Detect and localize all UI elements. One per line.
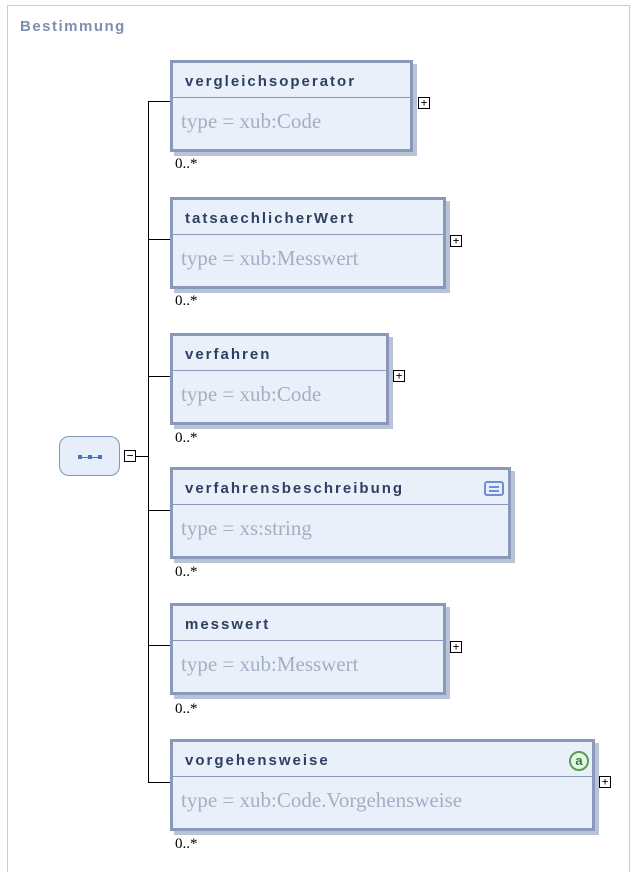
connector-spine bbox=[148, 101, 149, 782]
connector-stem bbox=[136, 456, 148, 457]
expand-toggle[interactable]: + bbox=[450, 235, 462, 247]
panel-title: Bestimmung bbox=[20, 18, 126, 35]
element-type: type = xub:Code.Vorgehensweise bbox=[181, 788, 463, 812]
element-vorgehensweise[interactable]: vorgehensweise a type = xub:Code.Vorgehe… bbox=[170, 739, 595, 831]
expand-toggle[interactable]: + bbox=[450, 641, 462, 653]
element-name: messwert bbox=[185, 616, 271, 633]
element-divider bbox=[173, 504, 508, 505]
element-name: verfahrensbeschreibung bbox=[185, 480, 405, 497]
element-divider bbox=[173, 640, 443, 641]
element-name: tatsaechlicherWert bbox=[185, 210, 355, 227]
element-divider bbox=[173, 234, 443, 235]
connector-branch bbox=[148, 376, 170, 377]
element-messwert[interactable]: messwert type = xub:Messwert bbox=[170, 603, 446, 695]
documentation-icon[interactable] bbox=[484, 481, 504, 496]
cardinality-label: 0..* bbox=[175, 293, 198, 309]
sequence-icon bbox=[78, 454, 102, 460]
element-vergleichsoperator[interactable]: vergleichsoperator type = xub:Code bbox=[170, 60, 413, 152]
element-verfahren[interactable]: verfahren type = xub:Code bbox=[170, 333, 389, 425]
element-type: type = xs:string bbox=[181, 516, 312, 540]
cardinality-label: 0..* bbox=[175, 430, 198, 446]
collapse-toggle[interactable]: − bbox=[124, 450, 136, 462]
element-name: vorgehensweise bbox=[185, 752, 330, 769]
sequence-compositor[interactable] bbox=[59, 436, 120, 476]
element-tatsaechlicherWert[interactable]: tatsaechlicherWert type = xub:Messwert bbox=[170, 197, 446, 289]
connector-branch bbox=[148, 645, 170, 646]
connector-branch bbox=[148, 510, 170, 511]
expand-toggle[interactable]: + bbox=[393, 370, 405, 382]
element-divider bbox=[173, 776, 592, 777]
element-name: vergleichsoperator bbox=[185, 73, 357, 90]
cardinality-label: 0..* bbox=[175, 156, 198, 172]
cardinality-label: 0..* bbox=[175, 564, 198, 580]
element-type: type = xub:Code bbox=[181, 382, 322, 406]
element-verfahrensbeschreibung[interactable]: verfahrensbeschreibung type = xs:string bbox=[170, 467, 511, 559]
cardinality-label: 0..* bbox=[175, 701, 198, 717]
element-type: type = xub:Messwert bbox=[181, 246, 359, 270]
element-type: type = xub:Messwert bbox=[181, 652, 359, 676]
connector-branch bbox=[148, 239, 170, 240]
attribute-icon[interactable]: a bbox=[569, 751, 589, 771]
element-type: type = xub:Code bbox=[181, 109, 322, 133]
element-name: verfahren bbox=[185, 346, 272, 363]
element-divider bbox=[173, 97, 410, 98]
expand-toggle[interactable]: + bbox=[418, 97, 430, 109]
connector-branch bbox=[148, 101, 170, 102]
connector-branch bbox=[148, 782, 170, 783]
cardinality-label: 0..* bbox=[175, 836, 198, 852]
element-divider bbox=[173, 370, 386, 371]
expand-toggle[interactable]: + bbox=[599, 776, 611, 788]
